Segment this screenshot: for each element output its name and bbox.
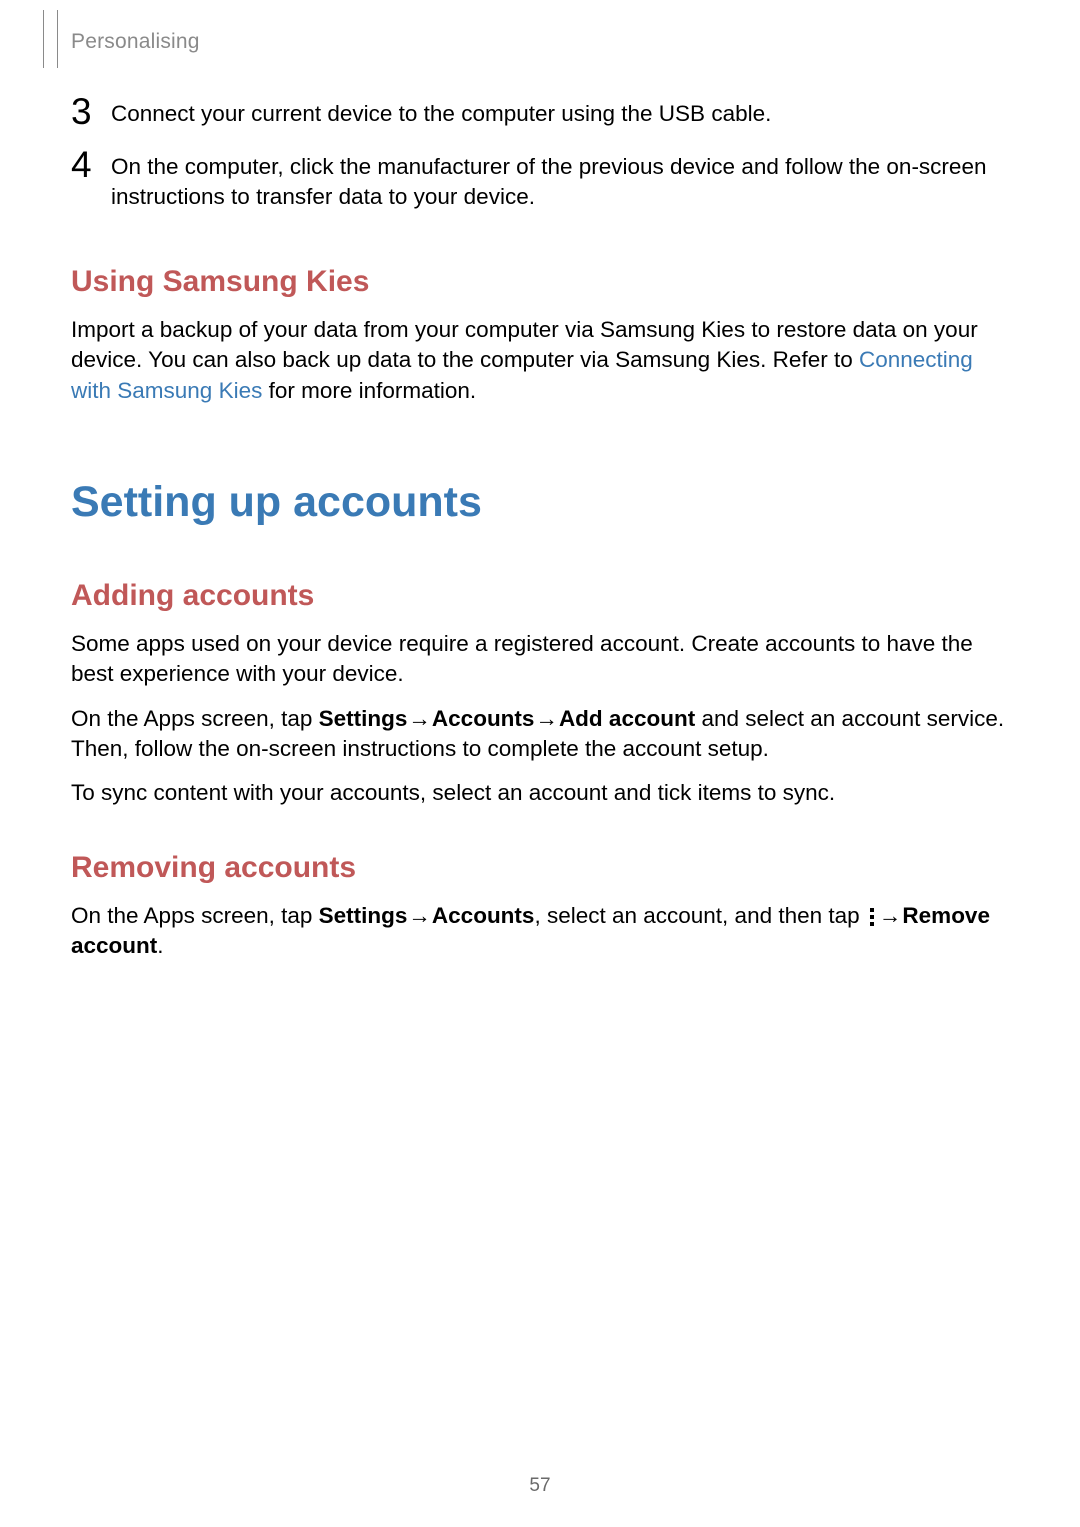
heading-using-samsung-kies: Using Samsung Kies bbox=[71, 265, 1009, 299]
arrow-icon: → bbox=[534, 704, 559, 734]
text: . bbox=[157, 933, 163, 958]
adding-para-3: To sync content with your accounts, sele… bbox=[71, 778, 1009, 808]
text: , select an account, and then tap bbox=[534, 903, 865, 928]
kies-text-pre: Import a backup of your data from your c… bbox=[71, 317, 978, 372]
kies-paragraph: Import a backup of your data from your c… bbox=[71, 315, 1009, 406]
step-text: Connect your current device to the compu… bbox=[111, 95, 771, 129]
step-text: On the computer, click the manufacturer … bbox=[111, 148, 1009, 213]
ui-path-settings: Settings bbox=[319, 903, 408, 928]
step-number-4: 4 bbox=[71, 146, 111, 183]
ui-path-add-account: Add account bbox=[559, 706, 695, 731]
heading-setting-up-accounts: Setting up accounts bbox=[71, 478, 1009, 527]
text: On the Apps screen, tap bbox=[71, 903, 319, 928]
text: On the Apps screen, tap bbox=[71, 706, 319, 731]
heading-removing-accounts: Removing accounts bbox=[71, 851, 1009, 885]
ui-path-settings: Settings bbox=[319, 706, 408, 731]
chapter-header: Personalising bbox=[71, 30, 200, 54]
numbered-step: 4 On the computer, click the manufacture… bbox=[71, 148, 1009, 213]
arrow-icon: → bbox=[407, 901, 432, 931]
heading-adding-accounts: Adding accounts bbox=[71, 579, 1009, 613]
adding-para-1: Some apps used on your device require a … bbox=[71, 629, 1009, 690]
page-number: 57 bbox=[0, 1475, 1080, 1497]
removing-para: On the Apps screen, tap Settings → Accou… bbox=[71, 901, 1009, 962]
tab-indicator bbox=[43, 10, 58, 68]
kies-text-post: for more information. bbox=[262, 378, 476, 403]
ui-path-accounts: Accounts bbox=[432, 706, 535, 731]
ui-path-accounts: Accounts bbox=[432, 903, 535, 928]
arrow-icon: → bbox=[407, 704, 432, 734]
more-options-icon bbox=[869, 907, 875, 927]
arrow-icon: → bbox=[878, 901, 903, 931]
step-number-3: 3 bbox=[71, 93, 111, 130]
numbered-step: 3 Connect your current device to the com… bbox=[71, 95, 1009, 130]
adding-para-2: On the Apps screen, tap Settings → Accou… bbox=[71, 704, 1009, 765]
